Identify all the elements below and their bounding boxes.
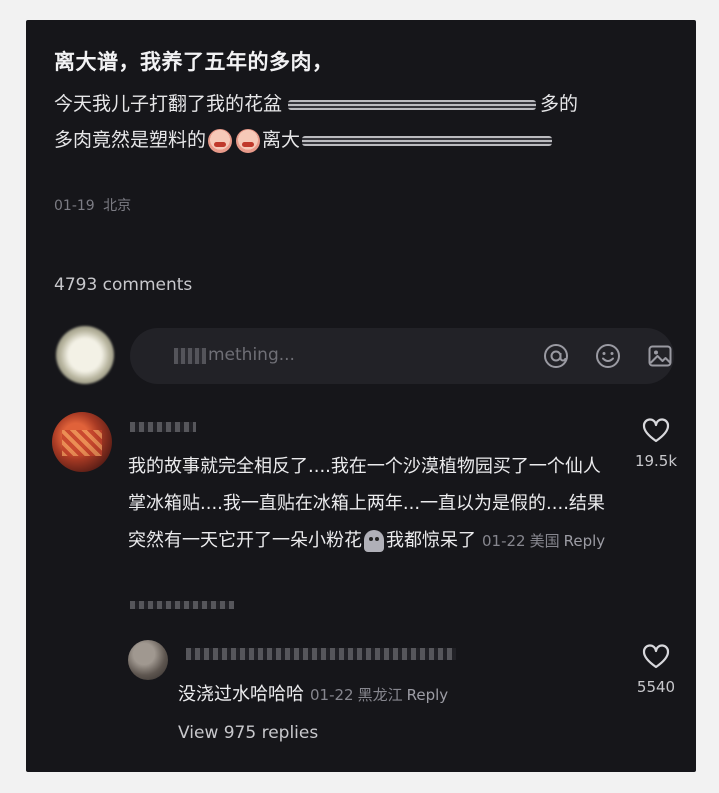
comment-input[interactable]: mething...: [130, 328, 674, 384]
reply-date: 01-22: [310, 686, 354, 704]
comment-location: 美国: [529, 532, 560, 550]
redacted-username: [130, 422, 196, 432]
comment-reply-button[interactable]: Reply: [564, 532, 606, 550]
redacted-text: [302, 135, 553, 146]
heart-icon[interactable]: [642, 418, 670, 444]
post-title: 离大谱，我养了五年的多肉，: [54, 50, 334, 74]
comment-text: 我的故事就完全相反了....我在一个沙漠植物园买了一个仙人掌冰箱贴....我一直…: [128, 448, 618, 560]
view-replies-button[interactable]: View 975 replies: [178, 723, 318, 743]
image-icon[interactable]: [646, 342, 674, 370]
sad-face-emoji-icon: [208, 128, 233, 153]
comments-count: 4793 comments: [54, 275, 193, 295]
post-body-text-1: 今天我儿子打翻了我的花盆: [54, 93, 283, 115]
ghost-emoji-icon: [364, 530, 384, 552]
comment-like-count: 19.5k: [634, 452, 678, 470]
heart-icon[interactable]: [642, 644, 670, 670]
comment-date: 01-22: [482, 532, 526, 550]
post-body-text-4: 离大: [262, 129, 301, 151]
post-location: 北京: [103, 198, 132, 214]
post-screen: 离大谱，我养了五年的多肉， 今天我儿子打翻了我的花盆 多的 多肉竟然是塑料的 离大 …: [26, 20, 696, 772]
post-meta: 01-19 北京: [54, 195, 131, 215]
reply-like-count: 5540: [636, 678, 676, 696]
post-body-text-3: 多肉竟然是塑料的: [54, 129, 207, 151]
comment-like[interactable]: 19.5k: [626, 418, 686, 470]
reply-reply-button[interactable]: Reply: [407, 686, 449, 704]
comment-body-end: 我都惊呆了: [386, 530, 476, 551]
redacted-placeholder: [174, 348, 206, 364]
reply-location: 黑龙江: [357, 686, 403, 704]
redacted-reply-username: [186, 648, 456, 660]
post-date: 01-19: [54, 198, 95, 214]
current-user-avatar[interactable]: [56, 326, 114, 384]
reply-body: 没浇过水哈哈哈: [178, 684, 304, 705]
post-body-text-2: 多的: [540, 93, 579, 115]
reply-like[interactable]: 5540: [626, 644, 686, 696]
commenter-avatar[interactable]: [52, 412, 112, 472]
post-body: 今天我儿子打翻了我的花盆 多的 多肉竟然是塑料的 离大: [54, 86, 674, 158]
reply-text: 没浇过水哈哈哈 01-22 黑龙江 Reply: [178, 680, 448, 706]
redacted-reply-info: [130, 601, 234, 609]
at-icon[interactable]: [542, 342, 570, 370]
comment-placeholder: mething...: [208, 345, 295, 365]
emoji-icon[interactable]: [594, 342, 622, 370]
sad-face-emoji-icon: [236, 128, 261, 153]
replier-avatar[interactable]: [128, 640, 168, 680]
redacted-text: [288, 99, 537, 110]
